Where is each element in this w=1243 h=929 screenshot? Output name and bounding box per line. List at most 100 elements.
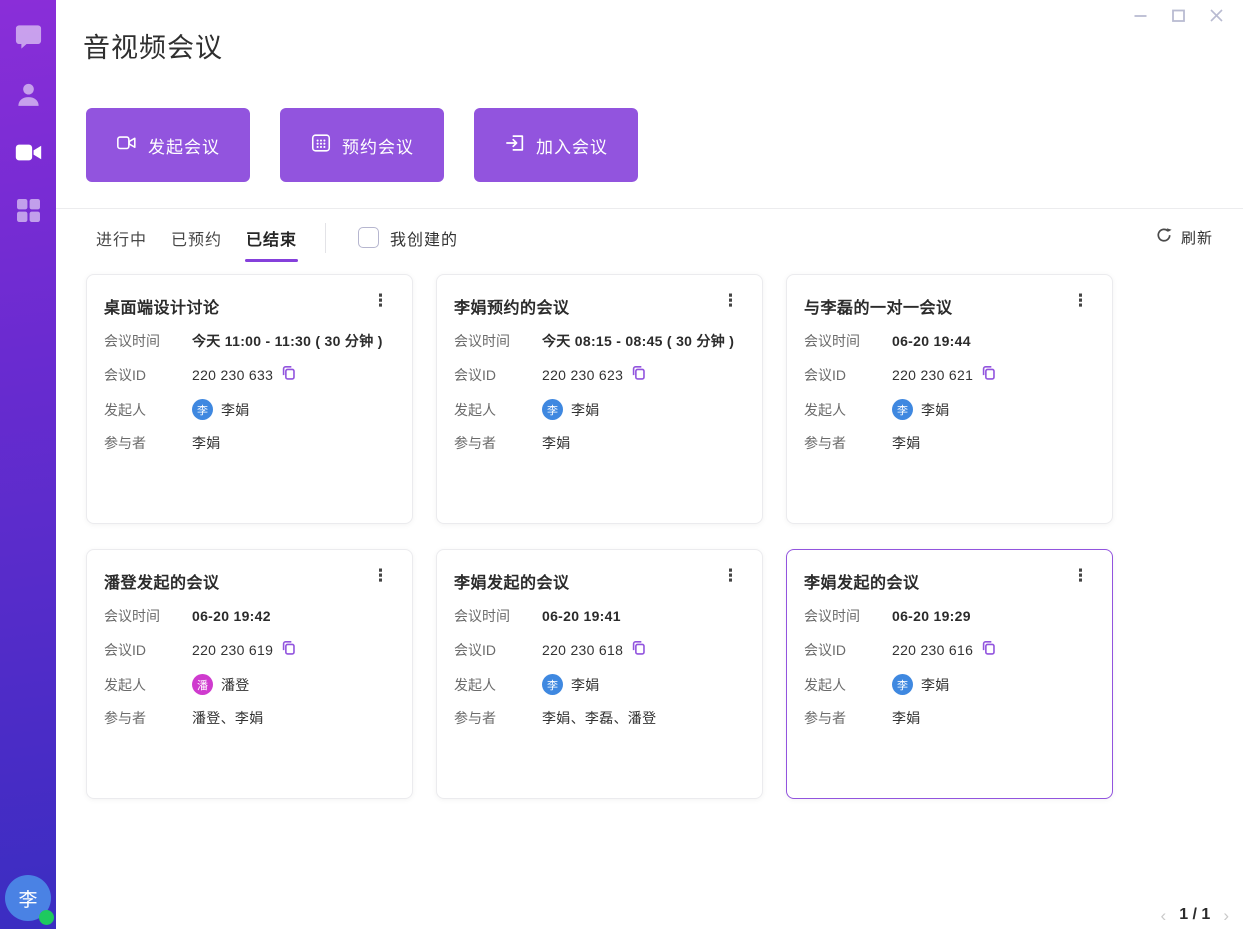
copy-icon <box>980 364 997 386</box>
meeting-card[interactable]: 李娟发起的会议 ⋮ 会议时间 06-20 19:41 会议ID 220 230 … <box>436 549 763 799</box>
more-options-icon[interactable]: ⋮ <box>366 569 395 583</box>
close-button[interactable] <box>1197 2 1235 28</box>
organizer-label: 发起人 <box>454 675 542 695</box>
start-meeting-button[interactable]: 发起会议 <box>86 108 250 182</box>
meeting-time-label: 会议时间 <box>454 606 542 626</box>
copy-id-button[interactable] <box>980 364 997 386</box>
tab-ended[interactable]: 已结束 <box>246 216 297 264</box>
copy-id-button[interactable] <box>280 639 297 661</box>
sidebar-item-workspace[interactable] <box>0 184 56 242</box>
meeting-id-value: 220 230 619 <box>192 642 273 658</box>
minimize-button[interactable] <box>1121 2 1159 28</box>
created-by-me-filter[interactable]: 我创建的 <box>358 226 458 250</box>
meeting-participants-row: 参与者 李娟 <box>104 433 395 453</box>
main-content: 音视频会议 发起会议 <box>56 0 1243 929</box>
page-title: 音视频会议 <box>83 26 1243 65</box>
next-page-chevron-icon[interactable]: › <box>1223 907 1229 924</box>
meeting-time-label: 会议时间 <box>804 606 892 626</box>
app-window: 李 音视频会议 <box>0 0 1243 929</box>
copy-icon <box>280 639 297 661</box>
meeting-title: 桌面端设计讨论 <box>104 294 220 318</box>
user-avatar[interactable]: 李 <box>5 875 51 921</box>
maximize-button[interactable] <box>1159 2 1197 28</box>
meeting-time-row: 会议时间 06-20 19:42 <box>104 606 395 626</box>
meeting-card[interactable]: 李娟预约的会议 ⋮ 会议时间 今天 08:15 - 08:45 ( 30 分钟 … <box>436 274 763 524</box>
more-options-icon[interactable]: ⋮ <box>1066 569 1095 583</box>
meeting-title: 李娟发起的会议 <box>454 569 570 593</box>
created-by-me-checkbox[interactable] <box>358 227 379 248</box>
organizer-avatar: 李 <box>542 674 563 695</box>
meeting-id-value: 220 230 618 <box>542 642 623 658</box>
meeting-time-label: 会议时间 <box>104 331 192 351</box>
meeting-card[interactable]: 桌面端设计讨论 ⋮ 会议时间 今天 11:00 - 11:30 ( 30 分钟 … <box>86 274 413 524</box>
more-options-icon[interactable]: ⋮ <box>1066 294 1095 308</box>
meeting-id-label: 会议ID <box>104 365 192 385</box>
meeting-participants-row: 参与者 李娟、李磊、潘登 <box>454 708 745 728</box>
meeting-time-value: 06-20 19:44 <box>892 333 971 349</box>
online-status-dot <box>39 910 54 925</box>
refresh-button[interactable]: 刷新 <box>1156 227 1213 248</box>
schedule-meeting-label: 预约会议 <box>342 133 414 158</box>
participants-names: 李娟 <box>892 433 921 453</box>
meeting-id-row: 会议ID 220 230 633 <box>104 364 395 386</box>
meeting-organizer-row: 发起人 李 李娟 <box>804 674 1095 695</box>
meeting-participants-row: 参与者 李娟 <box>804 708 1095 728</box>
more-options-icon[interactable]: ⋮ <box>716 294 745 308</box>
participants-label: 参与者 <box>104 433 192 453</box>
copy-id-button[interactable] <box>980 639 997 661</box>
meeting-organizer-row: 发起人 李 李娟 <box>104 399 395 420</box>
meeting-card[interactable]: 李娟发起的会议 ⋮ 会议时间 06-20 19:29 会议ID 220 230 … <box>786 549 1113 799</box>
participants-label: 参与者 <box>104 708 192 728</box>
participants-names: 李娟 <box>892 708 921 728</box>
meeting-time-row: 会议时间 今天 08:15 - 08:45 ( 30 分钟 ) <box>454 331 745 351</box>
schedule-meeting-dialpad-icon <box>310 132 332 159</box>
meeting-id-label: 会议ID <box>804 365 892 385</box>
join-meeting-button[interactable]: 加入会议 <box>474 108 638 182</box>
participants-names: 李娟 <box>542 433 571 453</box>
join-meeting-label: 加入会议 <box>536 133 608 158</box>
meeting-card[interactable]: 与李磊的一对一会议 ⋮ 会议时间 06-20 19:44 会议ID 220 23… <box>786 274 1113 524</box>
tab-scheduled[interactable]: 已预约 <box>171 216 222 264</box>
more-options-icon[interactable]: ⋮ <box>366 294 395 308</box>
organizer-name: 李娟 <box>921 400 950 420</box>
sidebar-item-meetings[interactable] <box>0 126 56 184</box>
start-meeting-label: 发起会议 <box>148 133 220 158</box>
start-meeting-camera-icon <box>116 132 138 159</box>
copy-id-button[interactable] <box>630 639 647 661</box>
meeting-title: 李娟预约的会议 <box>454 294 570 318</box>
copy-id-button[interactable] <box>630 364 647 386</box>
copy-icon <box>630 639 647 661</box>
meeting-time-value: 今天 08:15 - 08:45 ( 30 分钟 ) <box>542 331 734 351</box>
tab-in-progress[interactable]: 进行中 <box>96 216 147 264</box>
meeting-id-value: 220 230 633 <box>192 367 273 383</box>
meeting-time-row: 会议时间 06-20 19:29 <box>804 606 1095 626</box>
sidebar-item-chat[interactable] <box>0 10 56 68</box>
meeting-time-value: 06-20 19:29 <box>892 608 971 624</box>
meeting-participants-row: 参与者 潘登、李娟 <box>104 708 395 728</box>
meeting-participants-row: 参与者 李娟 <box>454 433 745 453</box>
window-controls <box>1121 2 1235 28</box>
sidebar: 李 <box>0 0 56 929</box>
more-options-icon[interactable]: ⋮ <box>716 569 745 583</box>
meeting-time-row: 会议时间 今天 11:00 - 11:30 ( 30 分钟 ) <box>104 331 395 351</box>
schedule-meeting-button[interactable]: 预约会议 <box>280 108 444 182</box>
chat-bubble-icon <box>14 22 43 56</box>
video-camera-icon <box>14 138 43 172</box>
meeting-time-value: 今天 11:00 - 11:30 ( 30 分钟 ) <box>192 331 383 351</box>
meeting-participants-row: 参与者 李娟 <box>804 433 1095 453</box>
sidebar-item-contacts[interactable] <box>0 68 56 126</box>
meeting-card[interactable]: 潘登发起的会议 ⋮ 会议时间 06-20 19:42 会议ID 220 230 … <box>86 549 413 799</box>
meeting-id-label: 会议ID <box>104 640 192 660</box>
participants-label: 参与者 <box>454 708 542 728</box>
organizer-avatar: 李 <box>542 399 563 420</box>
copy-id-button[interactable] <box>280 364 297 386</box>
organizer-avatar: 李 <box>192 399 213 420</box>
organizer-label: 发起人 <box>104 675 192 695</box>
prev-page-chevron-icon[interactable]: ‹ <box>1161 907 1167 924</box>
meeting-id-label: 会议ID <box>454 640 542 660</box>
copy-icon <box>980 639 997 661</box>
meeting-id-row: 会议ID 220 230 619 <box>104 639 395 661</box>
organizer-name: 李娟 <box>571 400 600 420</box>
page-indicator: 1 / 1 <box>1179 906 1210 924</box>
participants-names: 李娟 <box>192 433 221 453</box>
